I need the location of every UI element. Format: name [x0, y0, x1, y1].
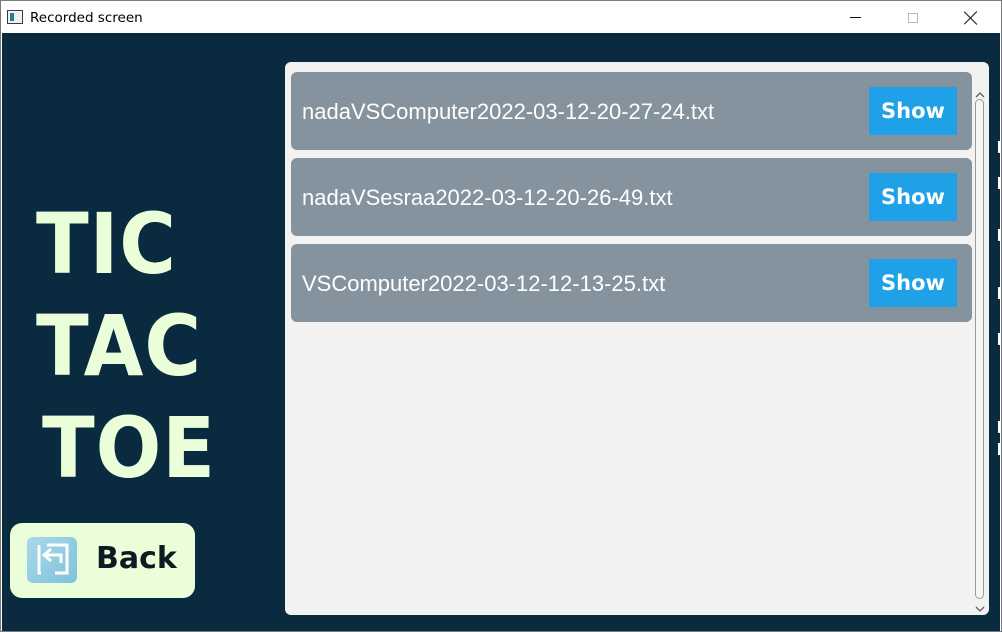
logo-line-toe: TOE	[42, 399, 216, 497]
recording-filename: VSComputer2022-03-12-12-13-25.txt	[302, 271, 666, 296]
game-logo: TIC TAC TOE	[36, 193, 236, 499]
title-bar[interactable]: Recorded screen	[2, 2, 1000, 33]
list-item: VSComputer2022-03-12-12-13-25.txt Show	[291, 244, 972, 322]
maximize-button[interactable]	[890, 2, 936, 33]
edge-mark	[998, 177, 1001, 189]
recording-filename: nadaVSComputer2022-03-12-20-27-24.txt	[302, 99, 715, 124]
recording-filename: nadaVSesraa2022-03-12-20-26-49.txt	[302, 185, 673, 210]
window-title: Recorded screen	[30, 10, 143, 26]
app-window: Recorded screen TIC TAC TOE Back nadaVSC…	[0, 0, 1002, 632]
back-arrow-icon	[27, 537, 77, 583]
show-button[interactable]: Show	[869, 259, 957, 307]
minimize-icon	[849, 17, 861, 18]
logo-line-tic: TIC	[36, 195, 177, 293]
close-icon	[964, 11, 978, 25]
window-edge	[998, 33, 1001, 631]
close-button[interactable]	[948, 2, 994, 33]
vertical-scrollbar[interactable]	[973, 87, 987, 615]
scroll-down-icon[interactable]	[975, 601, 985, 612]
maximize-icon	[908, 12, 918, 23]
edge-mark	[998, 333, 1001, 345]
edge-mark	[998, 443, 1001, 455]
app-icon	[7, 10, 23, 24]
show-button[interactable]: Show	[869, 173, 957, 221]
list-item: nadaVSComputer2022-03-12-20-27-24.txt Sh…	[291, 72, 972, 150]
list-item: nadaVSesraa2022-03-12-20-26-49.txt Show	[291, 158, 972, 236]
main-content: TIC TAC TOE Back nadaVSComputer2022-03-1…	[2, 33, 1001, 631]
recordings-list[interactable]: nadaVSComputer2022-03-12-20-27-24.txt Sh…	[285, 62, 989, 615]
scrollbar-thumb[interactable]	[975, 99, 984, 599]
edge-mark	[998, 421, 1001, 433]
edge-mark	[998, 141, 1001, 153]
show-button[interactable]: Show	[869, 87, 957, 135]
edge-mark	[998, 229, 1001, 241]
scroll-up-icon[interactable]	[975, 87, 985, 98]
minimize-button[interactable]	[832, 2, 878, 33]
back-button[interactable]: Back	[10, 523, 195, 598]
edge-mark	[998, 287, 1001, 299]
logo-line-tac: TAC	[36, 297, 203, 395]
back-label: Back	[96, 541, 177, 576]
